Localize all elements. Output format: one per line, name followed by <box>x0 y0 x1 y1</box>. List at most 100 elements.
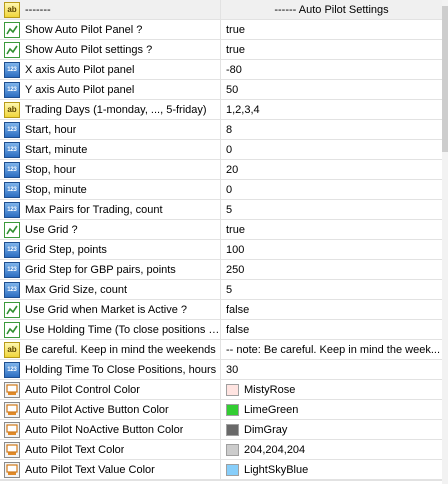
color-type-icon <box>4 441 20 458</box>
parameter-value: 20 <box>226 163 239 176</box>
parameter-value-cell[interactable]: 8 <box>221 120 442 140</box>
scrollbar-thumb[interactable] <box>442 6 448 152</box>
parameter-row[interactable]: Auto Pilot Active Button Color LimeGreen <box>0 400 442 420</box>
parameter-row[interactable]: 123 X axis Auto Pilot panel -80 <box>0 60 442 80</box>
parameter-row[interactable]: 123 Max Grid Size, count 5 <box>0 280 442 300</box>
parameter-value-cell[interactable]: 0 <box>221 180 442 200</box>
number-type-icon: 123 <box>4 241 20 258</box>
parameter-value-cell[interactable]: 20 <box>221 160 442 180</box>
parameter-value-cell[interactable]: true <box>221 220 442 240</box>
parameter-value: MistyRose <box>244 383 296 396</box>
bool-type-icon <box>4 321 20 338</box>
parameter-name-cell: 123 Stop, minute <box>0 180 221 200</box>
parameter-value: 204,204,204 <box>244 443 306 456</box>
string-type-icon: ab <box>4 1 20 18</box>
parameter-value: LightSkyBlue <box>244 463 309 476</box>
parameter-value-cell[interactable]: true <box>221 40 442 60</box>
vertical-scrollbar[interactable] <box>442 0 448 484</box>
parameter-name: Auto Pilot Text Color <box>25 443 125 456</box>
parameter-row[interactable]: 123 Max Pairs for Trading, count 5 <box>0 200 442 220</box>
parameter-value-cell[interactable]: 5 <box>221 200 442 220</box>
number-type-icon: 123 <box>4 361 20 378</box>
section-header-row[interactable]: ab ------- ------ Auto Pilot Settings <box>0 0 442 20</box>
parameter-value-cell[interactable]: false <box>221 320 442 340</box>
parameter-row[interactable]: 123 Grid Step for GBP pairs, points 250 <box>0 260 442 280</box>
parameter-value: 30 <box>226 363 239 376</box>
parameter-value: true <box>226 23 245 36</box>
parameter-value-cell[interactable]: DimGray <box>221 420 442 440</box>
parameter-value-cell[interactable]: 30 <box>221 360 442 380</box>
parameter-value-cell[interactable]: -80 <box>221 60 442 80</box>
parameter-value: 8 <box>226 123 233 136</box>
parameter-row[interactable]: Use Grid ? true <box>0 220 442 240</box>
parameter-name: Holding Time To Close Positions, hours <box>25 363 217 376</box>
parameter-value: -- note: Be careful. Keep in mind the we… <box>226 343 441 356</box>
parameter-name: Auto Pilot Control Color <box>25 383 140 396</box>
parameter-name: Start, minute <box>25 143 88 156</box>
parameter-row[interactable]: Auto Pilot Text Color 204,204,204 <box>0 440 442 460</box>
number-type-icon: 123 <box>4 181 20 198</box>
parameter-value-cell[interactable]: 100 <box>221 240 442 260</box>
parameter-row[interactable]: 123 Start, minute 0 <box>0 140 442 160</box>
number-type-icon: 123 <box>4 261 20 278</box>
parameter-name: Use Holding Time (To close positions a..… <box>25 323 220 336</box>
parameter-name: Show Auto Pilot settings ? <box>25 43 153 56</box>
header-name-cell: ab ------- <box>0 0 221 20</box>
parameter-row[interactable]: ab Be careful. Keep in mind the weekends -… <box>0 340 442 360</box>
number-type-icon: 123 <box>4 281 20 298</box>
parameter-row[interactable]: 123 Grid Step, points 100 <box>0 240 442 260</box>
number-type-icon: 123 <box>4 121 20 138</box>
number-type-icon: 123 <box>4 161 20 178</box>
parameter-value-cell[interactable]: 250 <box>221 260 442 280</box>
parameter-name-cell: Use Grid ? <box>0 220 221 240</box>
parameter-value-cell[interactable]: MistyRose <box>221 380 442 400</box>
parameter-row[interactable]: 123 Stop, hour 20 <box>0 160 442 180</box>
parameter-row[interactable]: Show Auto Pilot Panel ? true <box>0 20 442 40</box>
parameter-value-cell[interactable]: true <box>221 20 442 40</box>
parameter-name: Grid Step for GBP pairs, points <box>25 263 176 276</box>
parameter-name-cell: Use Holding Time (To close positions a..… <box>0 320 221 340</box>
color-swatch <box>226 383 239 396</box>
parameter-name: Grid Step, points <box>25 243 107 256</box>
number-type-icon: 123 <box>4 141 20 158</box>
color-type-icon <box>4 381 20 398</box>
parameter-value-cell[interactable]: 0 <box>221 140 442 160</box>
parameter-name-cell: Auto Pilot Control Color <box>0 380 221 400</box>
parameter-name: Max Pairs for Trading, count <box>25 203 163 216</box>
parameter-row[interactable]: Auto Pilot Control Color MistyRose <box>0 380 442 400</box>
header-value-cell: ------ Auto Pilot Settings <box>221 0 442 20</box>
parameter-row[interactable]: 123 Start, hour 8 <box>0 120 442 140</box>
parameter-value-cell[interactable]: 204,204,204 <box>221 440 442 460</box>
parameter-value-cell[interactable]: LimeGreen <box>221 400 442 420</box>
parameter-value-cell[interactable]: -- note: Be careful. Keep in mind the we… <box>221 340 442 360</box>
parameter-name-cell: Auto Pilot Active Button Color <box>0 400 221 420</box>
parameter-row[interactable]: Auto Pilot Text Value Color LightSkyBlue <box>0 460 442 480</box>
parameter-name: Y axis Auto Pilot panel <box>25 83 135 96</box>
color-swatch <box>226 423 239 436</box>
parameter-row[interactable]: 123 Y axis Auto Pilot panel 50 <box>0 80 442 100</box>
bool-type-icon <box>4 221 20 238</box>
parameter-row[interactable]: 123 Stop, minute 0 <box>0 180 442 200</box>
parameter-value: DimGray <box>244 423 288 436</box>
parameter-value-cell[interactable]: false <box>221 300 442 320</box>
parameter-name-cell: Show Auto Pilot settings ? <box>0 40 221 60</box>
parameter-row[interactable]: 123 Holding Time To Close Positions, hour… <box>0 360 442 380</box>
parameter-value-cell[interactable]: 1,2,3,4 <box>221 100 442 120</box>
parameter-value-cell[interactable]: LightSkyBlue <box>221 460 442 480</box>
string-type-icon: ab <box>4 341 20 358</box>
parameter-row[interactable]: ab Trading Days (1-monday, ..., 5-friday)… <box>0 100 442 120</box>
header-name: ------- <box>25 3 51 16</box>
parameter-name: Use Grid when Market is Active ? <box>25 303 188 316</box>
parameter-value: false <box>226 323 250 336</box>
number-type-icon: 123 <box>4 81 20 98</box>
parameter-name: Stop, hour <box>25 163 76 176</box>
parameter-value-cell[interactable]: 50 <box>221 80 442 100</box>
parameter-name-cell: Auto Pilot Text Value Color <box>0 460 221 480</box>
parameter-row[interactable]: Use Grid when Market is Active ? false <box>0 300 442 320</box>
parameter-name-cell: 123 Grid Step for GBP pairs, points <box>0 260 221 280</box>
parameter-name: Start, hour <box>25 123 77 136</box>
parameter-row[interactable]: Use Holding Time (To close positions a..… <box>0 320 442 340</box>
parameter-row[interactable]: Show Auto Pilot settings ? true <box>0 40 442 60</box>
parameter-row[interactable]: Auto Pilot NoActive Button Color DimGray <box>0 420 442 440</box>
parameter-value-cell[interactable]: 5 <box>221 280 442 300</box>
